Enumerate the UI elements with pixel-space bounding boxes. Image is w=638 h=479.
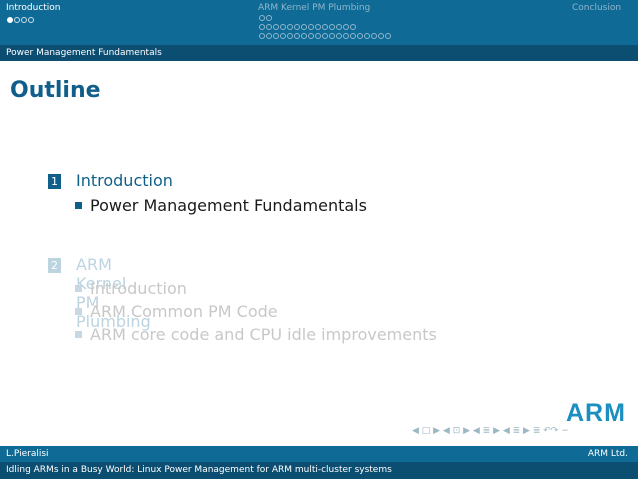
frame-dot[interactable]	[294, 24, 300, 30]
frame-dot[interactable]	[308, 24, 314, 30]
frame-dot[interactable]	[350, 24, 356, 30]
toc-subsection-label: Introduction	[90, 279, 187, 298]
frame-dot[interactable]	[343, 24, 349, 30]
bullet-square-icon	[75, 202, 82, 209]
footer-title-bar: Idling ARMs in a Busy World: Linux Power…	[0, 462, 638, 479]
frame-dot[interactable]	[301, 24, 307, 30]
frame-dot[interactable]	[294, 33, 300, 39]
beamer-navigation-symbols[interactable]: ◀ □ ▶ ◀ ⊡ ▶ ◀ ≣ ▶ ◀ ≣ ▶ ≣ ↶↷ ∽	[412, 426, 569, 436]
footer-author-bar: L.Pieralisi ARM Ltd.	[0, 446, 638, 462]
toc-section-title[interactable]: Introduction	[76, 171, 173, 190]
toc-subsection-item[interactable]: Introduction	[75, 279, 187, 298]
frame-dot[interactable]	[315, 33, 321, 39]
bullet-square-icon	[75, 285, 82, 292]
toc-subsection-label: ARM core code and CPU idle improvements	[90, 325, 437, 344]
frame-dot[interactable]	[259, 15, 265, 21]
frame-dot[interactable]	[259, 33, 265, 39]
frame-dot[interactable]	[287, 33, 293, 39]
frame-dot[interactable]	[259, 24, 265, 30]
toc-subsection-item[interactable]: ARM Common PM Code	[75, 302, 278, 321]
footer-institute: ARM Ltd.	[587, 449, 628, 459]
footer-talk-title: Idling ARMs in a Busy World: Linux Power…	[6, 465, 392, 475]
section-plumbing-frame-dots-row3	[259, 33, 391, 39]
nav-section-conclusion[interactable]: Conclusion	[572, 3, 621, 13]
toc-section-number: 2	[48, 258, 61, 273]
frame-dot[interactable]	[364, 33, 370, 39]
bullet-square-icon	[75, 331, 82, 338]
frame-dot[interactable]	[322, 33, 328, 39]
bullet-square-icon	[75, 308, 82, 315]
frame-dot[interactable]	[21, 17, 27, 23]
frame-dot[interactable]	[343, 33, 349, 39]
section-plumbing-frame-dots-row2	[259, 24, 356, 30]
toc-subsection-item[interactable]: ARM core code and CPU idle improvements	[75, 325, 437, 344]
toc-subsection-label: ARM Common PM Code	[90, 302, 278, 321]
section-plumbing-frame-dots-row1	[259, 15, 272, 21]
frame-dot[interactable]	[336, 24, 342, 30]
frame-dot[interactable]	[329, 33, 335, 39]
frame-dot[interactable]	[329, 24, 335, 30]
frame-dot[interactable]	[378, 33, 384, 39]
frame-dot[interactable]	[357, 33, 363, 39]
subsection-bar: Power Management Fundamentals	[0, 45, 638, 61]
frame-dot[interactable]	[371, 33, 377, 39]
frame-dot[interactable]	[385, 33, 391, 39]
frame-dot[interactable]	[273, 33, 279, 39]
toc-section-number: 1	[48, 174, 61, 189]
subsection-title[interactable]: Power Management Fundamentals	[6, 48, 162, 58]
frame-dot-current[interactable]	[7, 17, 13, 23]
toc-subsection-item[interactable]: Power Management Fundamentals	[75, 196, 367, 215]
frame-dot[interactable]	[301, 33, 307, 39]
frame-title: Outline	[10, 78, 101, 103]
nav-section-arm-kernel-pm-plumbing[interactable]: ARM Kernel PM Plumbing	[258, 3, 370, 13]
frame-dot[interactable]	[266, 33, 272, 39]
arm-logo: ARM	[566, 399, 626, 427]
frame-dot[interactable]	[336, 33, 342, 39]
frame-dot[interactable]	[287, 24, 293, 30]
frame-dot[interactable]	[315, 24, 321, 30]
frame-dot[interactable]	[280, 24, 286, 30]
frame-dot[interactable]	[350, 33, 356, 39]
frame-dot[interactable]	[266, 15, 272, 21]
frame-dot[interactable]	[280, 33, 286, 39]
section-introduction-frame-dots	[7, 17, 34, 23]
beamer-header: Introduction ARM Kernel PM Plumbing Conc…	[0, 0, 638, 45]
footer-author: L.Pieralisi	[6, 449, 49, 459]
toc-subsection-label: Power Management Fundamentals	[90, 196, 367, 215]
frame-dot[interactable]	[28, 17, 34, 23]
frame-dot[interactable]	[308, 33, 314, 39]
frame-dot[interactable]	[273, 24, 279, 30]
frame-dot[interactable]	[322, 24, 328, 30]
frame-dot[interactable]	[14, 17, 20, 23]
frame-dot[interactable]	[266, 24, 272, 30]
nav-section-introduction[interactable]: Introduction	[6, 3, 61, 13]
